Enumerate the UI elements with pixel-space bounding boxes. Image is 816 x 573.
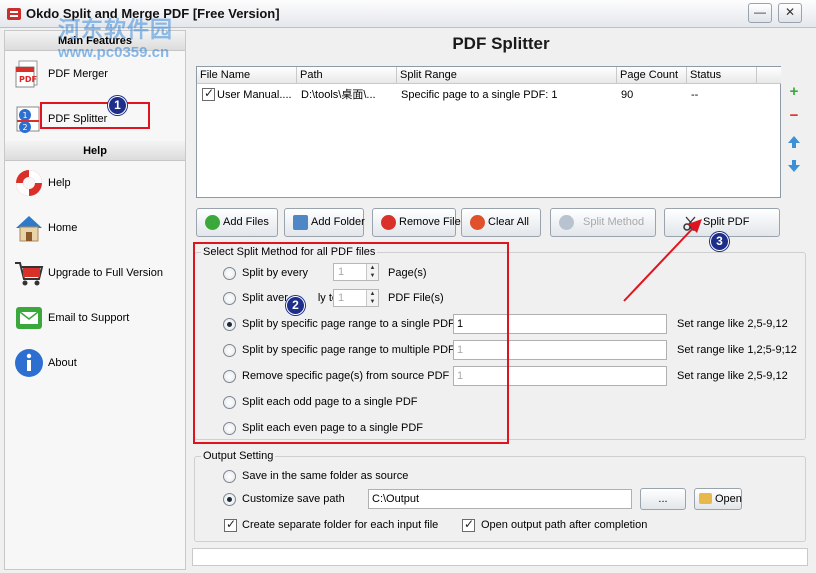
annotation-badge-3: 3 xyxy=(710,232,729,251)
annotation-arrow-icon xyxy=(623,219,702,302)
